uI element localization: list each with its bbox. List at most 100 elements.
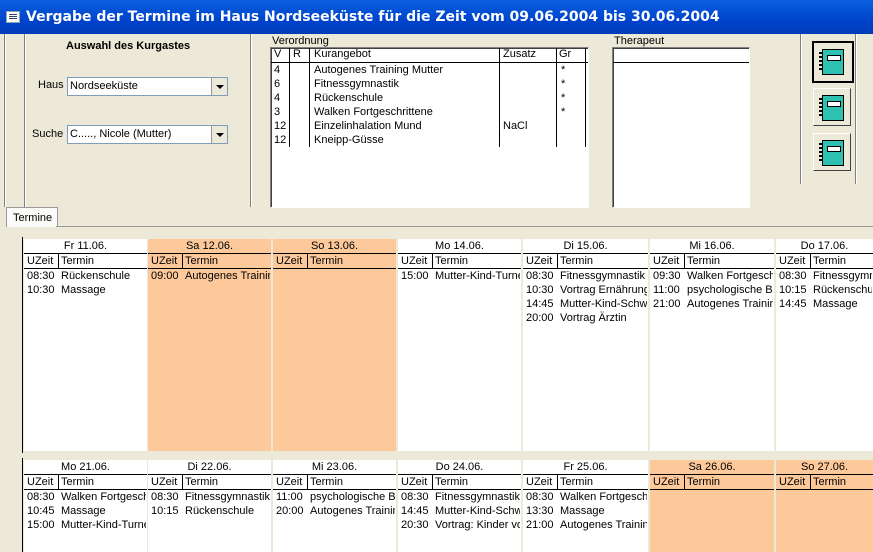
day-panel[interactable]: So 27.06. UZeit Termin — [776, 460, 873, 552]
day-panel[interactable]: Mo 14.06. UZeit Termin 15:00 Mutter-Kind-Tur… — [398, 239, 521, 451]
appointment-row[interactable]: 15:00 Mutter-Kind-Turnen — [24, 518, 147, 532]
suche-combobox[interactable]: C....., Nicole (Mutter) — [67, 125, 228, 144]
verordnung-list[interactable]: V R Kurangebot Zusatz Gr 4 Autogenes Trai… — [270, 47, 589, 208]
appointment-row[interactable]: 13:30 Massage — [523, 504, 648, 518]
day-panel[interactable]: Fr 25.06. UZeit Termin 08:30 Walken Fortgesc… — [523, 460, 648, 552]
col-termin: Termin — [560, 255, 594, 267]
day-panel[interactable]: Do 24.06. UZeit Termin 08:30 Fitnessgymnasti… — [398, 460, 521, 552]
appointment-time: 08:30 — [27, 270, 55, 282]
appointment-time: 10:30 — [27, 284, 55, 296]
chevron-down-icon[interactable] — [211, 126, 227, 143]
notebook-button-3[interactable] — [813, 133, 851, 171]
verordnung-row[interactable]: 12 Einzelinhalation Mund NaCl — [271, 119, 588, 133]
therapeut-list[interactable] — [612, 47, 750, 208]
day-panel[interactable]: Mo 21.06. UZeit Termin 08:30 Walken Fortgesc… — [24, 460, 147, 552]
col-kurangebot: Kurangebot — [314, 48, 371, 60]
notebook-icon — [819, 49, 844, 75]
appointment-time: 11:00 — [653, 284, 680, 296]
col-uzeit: UZeit — [27, 255, 54, 267]
verordnung-cell-kurangebot: Walken Fortgeschrittene — [314, 106, 433, 118]
day-panel[interactable]: So 13.06. UZeit Termin — [273, 239, 396, 451]
appointment-row[interactable]: 10:15 Rückenschule — [148, 504, 271, 518]
col-uzeit: UZeit — [653, 255, 680, 267]
col-gr: Gr — [559, 48, 572, 60]
verordnung-row[interactable]: 4 Autogenes Training Mutter * — [271, 63, 588, 77]
verordnung-cell-kurangebot: Rückenschule — [314, 92, 384, 104]
appointment-row[interactable]: 11:00 psychologische Beratung — [650, 283, 774, 297]
verordnung-row[interactable]: 6 Fitnessgymnastik * — [271, 77, 588, 91]
appointment-row[interactable]: 10:30 Massage — [24, 283, 147, 297]
verordnung-cell-zusatz: NaCl — [503, 120, 528, 132]
suche-label: Suche — [32, 128, 64, 140]
appointment-time: 21:00 — [653, 298, 681, 310]
window-titlebar: Vergabe der Termine im Haus Nordseeküste… — [0, 0, 873, 34]
chevron-down-icon[interactable] — [211, 78, 227, 95]
appointment-row[interactable]: 08:30 Fitnessgymnastik — [398, 490, 521, 504]
appointment-row[interactable]: 21:00 Autogenes Training — [650, 297, 774, 311]
appointment-row[interactable]: 14:45 Mutter-Kind-Schwimmen — [523, 297, 648, 311]
appointment-time: 20:30 — [401, 519, 429, 531]
col-uzeit: UZeit — [779, 255, 806, 267]
appointment-time: 08:30 — [151, 491, 179, 503]
appointment-title: Rückenschule — [61, 270, 131, 282]
notebook-button-2[interactable] — [813, 88, 851, 126]
appointment-row[interactable]: 20:00 Autogenes Training — [273, 504, 396, 518]
appointment-row[interactable]: 08:30 Walken Fortgeschrittene — [523, 490, 648, 504]
appointment-time: 11:00 — [276, 491, 303, 503]
day-panel[interactable]: Di 22.06. UZeit Termin 08:30 Fitnessgymnasti… — [148, 460, 271, 552]
haus-combobox[interactable]: Nordseeküste — [67, 77, 228, 96]
appointment-row[interactable]: 14:45 Mutter-Kind-Schwimmen — [398, 504, 521, 518]
appointment-time: 14:45 — [401, 505, 429, 517]
appointment-title: Fitnessgymnastik — [560, 270, 645, 282]
col-uzeit: UZeit — [401, 476, 428, 488]
day-panel[interactable]: Di 15.06. UZeit Termin 08:30 Fitnessgymnasti… — [523, 239, 648, 451]
day-panel[interactable]: Sa 26.06. UZeit Termin — [650, 460, 774, 552]
col-uzeit: UZeit — [151, 255, 178, 267]
verordnung-row[interactable]: 3 Walken Fortgeschrittene * — [271, 105, 588, 119]
appointment-row[interactable]: 21:00 Autogenes Training — [523, 518, 648, 532]
verordnung-cell-gr: * — [561, 92, 566, 104]
col-uzeit: UZeit — [526, 255, 553, 267]
verordnung-row[interactable]: 4 Rückenschule * — [271, 91, 588, 105]
appointment-row[interactable]: 08:30 Fitnessgymnastik — [148, 490, 271, 504]
appointment-time: 15:00 — [401, 270, 429, 282]
day-panel[interactable]: Fr 11.06. UZeit Termin 08:30 Rückenschule 10:… — [24, 239, 147, 451]
day-panel[interactable]: Mi 16.06. UZeit Termin 09:30 Walken Fortgesc… — [650, 239, 774, 451]
tab-termine[interactable]: Termine — [6, 207, 58, 228]
appointment-row[interactable]: 10:30 Vortrag Ernährung — [523, 283, 648, 297]
day-panel[interactable]: Mi 23.06. UZeit Termin 11:00 psychologische … — [273, 460, 396, 552]
appointment-row[interactable]: 08:30 Walken Fortgeschrittene — [24, 490, 147, 504]
appointment-row[interactable]: 14:45 Massage — [776, 297, 873, 311]
appointment-row[interactable]: 08:30 Fitnessgymnastik — [776, 269, 873, 283]
appointment-row[interactable]: 08:30 Fitnessgymnastik — [523, 269, 648, 283]
appointment-row[interactable]: 09:30 Walken Fortgeschrittene — [650, 269, 774, 283]
appointment-row[interactable]: 08:30 Rückenschule — [24, 269, 147, 283]
day-header: So 13.06. — [273, 239, 396, 254]
appointment-row[interactable]: 10:15 Rückenschule — [776, 283, 873, 297]
notebook-button-1[interactable] — [812, 41, 854, 83]
col-termin: Termin — [560, 476, 594, 488]
verordnung-cell-gr: * — [561, 106, 566, 118]
day-header: Sa 26.06. — [650, 460, 774, 475]
appointment-row[interactable]: 20:30 Vortrag: Kinder von — [398, 518, 521, 532]
appointment-title: Walken Fortgeschrittene — [61, 491, 146, 503]
appointment-row[interactable]: 15:00 Mutter-Kind-Turnen — [398, 269, 521, 283]
day-header: Di 22.06. — [148, 460, 271, 475]
col-uzeit: UZeit — [276, 255, 303, 267]
day-panel[interactable]: Sa 12.06. UZeit Termin 09:00 Autogenes Train… — [148, 239, 271, 451]
col-zusatz: Zusatz — [503, 48, 537, 60]
appointment-title: Fitnessgymnastik — [435, 491, 520, 503]
appointment-row[interactable]: 11:00 psychologische Beratung — [273, 490, 396, 504]
verordnung-title: Verordnung — [272, 35, 329, 47]
appointment-time: 09:30 — [653, 270, 681, 282]
verordnung-cell-kurangebot: Fitnessgymnastik — [314, 78, 399, 90]
appointment-title: Fitnessgymnastik — [185, 491, 270, 503]
appointment-row[interactable]: 09:00 Autogenes Training — [148, 269, 271, 283]
verordnung-row[interactable]: 12 Kneipp-Güsse — [271, 133, 588, 147]
col-r: R — [293, 48, 301, 60]
appointment-title: Massage — [560, 505, 605, 517]
col-termin: Termin — [813, 255, 847, 267]
appointment-row[interactable]: 10:45 Massage — [24, 504, 147, 518]
day-panel[interactable]: Do 17.06.UZeit Termin 08:30 Fitnessgymnasti… — [776, 239, 873, 451]
appointment-row[interactable]: 20:00 Vortrag Ärztin — [523, 311, 648, 325]
